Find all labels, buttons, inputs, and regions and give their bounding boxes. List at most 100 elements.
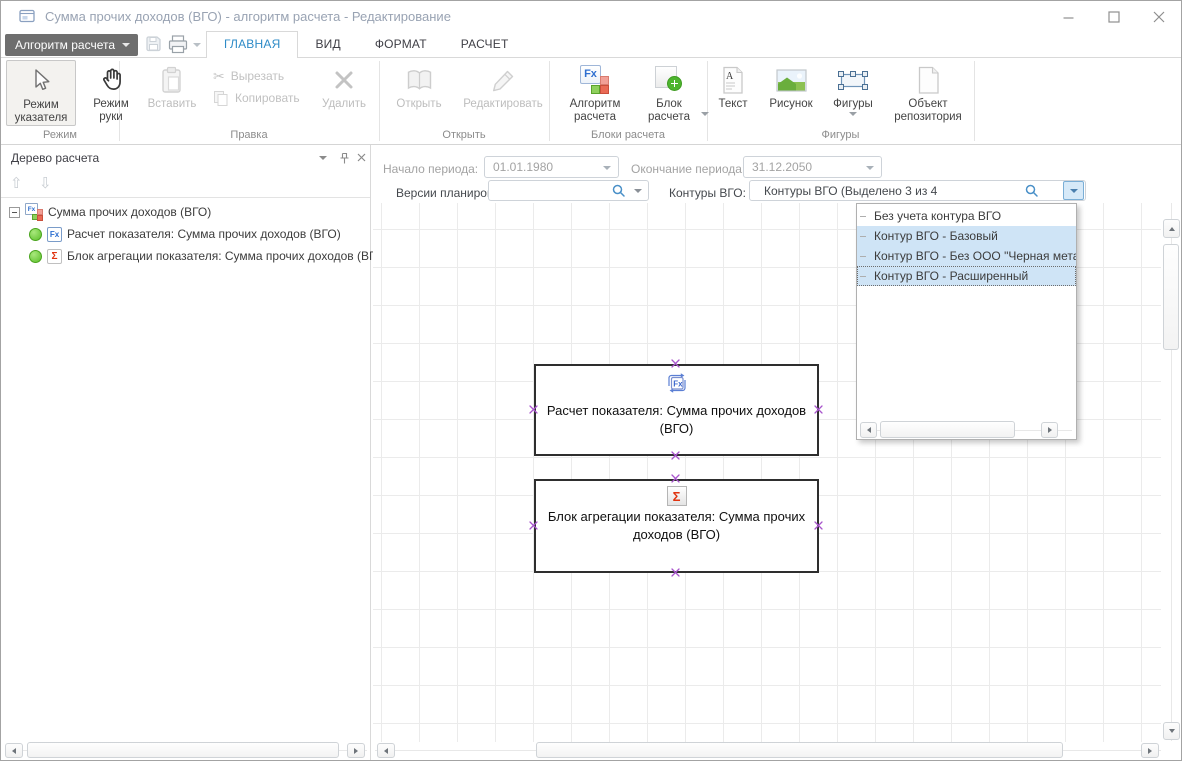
v-scrollbar-thumb[interactable] bbox=[1163, 244, 1179, 350]
search-icon[interactable] bbox=[612, 184, 626, 198]
status-green-icon bbox=[29, 228, 42, 241]
planning-versions-input[interactable] bbox=[488, 180, 649, 201]
copy-button[interactable]: Копировать bbox=[213, 89, 300, 107]
move-up-icon[interactable]: ⇧ bbox=[10, 174, 23, 192]
vgo-dropdown-panel: Без учета контура ВГО Контур ВГО - Базов… bbox=[856, 203, 1077, 440]
scroll-right-button[interactable] bbox=[1141, 743, 1159, 758]
connection-point-icon[interactable] bbox=[814, 521, 823, 530]
connection-point-icon[interactable] bbox=[671, 474, 680, 483]
minimize-button[interactable] bbox=[1055, 6, 1081, 28]
scissors-icon: ✂ bbox=[213, 68, 225, 85]
scroll-left-button[interactable] bbox=[5, 743, 23, 758]
window-icon bbox=[19, 9, 35, 23]
tab-format[interactable]: ФОРМАТ bbox=[358, 31, 444, 58]
connection-point-icon[interactable] bbox=[671, 568, 680, 577]
window-title: Сумма прочих доходов (ВГО) - алгоритм ра… bbox=[45, 9, 451, 24]
picture-icon bbox=[776, 62, 807, 98]
pointer-mode-button[interactable]: Режим указателя bbox=[6, 60, 76, 126]
h-scrollbar-thumb[interactable] bbox=[27, 742, 339, 758]
shapes-dropdown-icon[interactable] bbox=[849, 112, 857, 116]
panel-close-icon[interactable] bbox=[357, 153, 366, 162]
delete-button[interactable]: Удалить bbox=[311, 60, 377, 126]
tree-node-label: Расчет показателя: Сумма прочих доходов … bbox=[67, 227, 341, 241]
hand-mode-button[interactable]: Режим руки bbox=[80, 60, 142, 126]
text-shape-button[interactable]: A Текст bbox=[709, 60, 757, 126]
scroll-left-button[interactable] bbox=[860, 422, 877, 438]
repository-object-button[interactable]: Объект репозитория bbox=[885, 60, 971, 126]
dropdown-item[interactable]: Без учета контура ВГО bbox=[857, 206, 1076, 226]
pin-icon[interactable] bbox=[339, 152, 350, 165]
search-icon[interactable] bbox=[1025, 184, 1039, 198]
scroll-up-button[interactable] bbox=[1163, 219, 1180, 238]
dropdown-item[interactable]: Контур ВГО - Расширенный bbox=[857, 266, 1076, 286]
algorithm-button[interactable]: Fx Алгоритм расчета bbox=[557, 60, 633, 126]
connection-point-icon[interactable] bbox=[671, 451, 680, 460]
shapes-rect-icon bbox=[836, 62, 870, 98]
h-scrollbar-thumb[interactable] bbox=[536, 742, 1063, 758]
connection-point-icon[interactable] bbox=[814, 405, 823, 414]
edit-button[interactable]: Редактировать bbox=[456, 60, 550, 126]
ribbon: Режим указателя Режим руки Вставить ✂ Вы… bbox=[1, 58, 1181, 145]
scroll-down-button[interactable] bbox=[1163, 722, 1180, 740]
open-button[interactable]: Открыть bbox=[387, 60, 451, 126]
app-menu-button[interactable]: Алгоритм расчета bbox=[5, 34, 138, 56]
tab-raschet[interactable]: РАСЧЕТ bbox=[444, 31, 526, 58]
scroll-left-button[interactable] bbox=[377, 743, 395, 758]
calc-block-fx[interactable]: Fx Расчет показателя: Сумма прочих доход… bbox=[534, 364, 819, 456]
tree-node-row[interactable]: Fx Расчет показателя: Сумма прочих доход… bbox=[1, 223, 341, 245]
calc-block-button[interactable]: Блок расчета bbox=[637, 60, 701, 126]
print-icon[interactable] bbox=[168, 35, 188, 54]
tree-toolbar: ⇧ ⇩ bbox=[1, 171, 370, 198]
tab-vid[interactable]: ВИД bbox=[298, 31, 357, 58]
period-end-combo[interactable]: 31.12.2050 bbox=[743, 156, 882, 178]
picture-label: Рисунок bbox=[769, 98, 812, 111]
pencil-icon bbox=[490, 62, 517, 98]
save-icon[interactable] bbox=[145, 35, 162, 52]
dropdown-item[interactable]: Контур ВГО - Без ООО "Черная металл bbox=[857, 246, 1076, 266]
shapes-label: Фигуры bbox=[833, 98, 873, 111]
vgo-contours-combo[interactable]: Контуры ВГО (Выделено 3 из 4 bbox=[749, 180, 1086, 201]
delete-label: Удалить bbox=[322, 98, 366, 111]
group-label-mode: Режим bbox=[1, 129, 119, 141]
block-label: Расчет показателя: Сумма прочих доходов … bbox=[536, 402, 817, 438]
h-scrollbar-thumb[interactable] bbox=[880, 421, 1015, 438]
tree-node-row[interactable]: Σ Блок агрегации показателя: Сумма прочи… bbox=[1, 245, 388, 267]
cut-button[interactable]: ✂ Вырезать bbox=[213, 67, 284, 85]
scroll-right-button[interactable] bbox=[347, 743, 365, 758]
group-label-edit: Правка bbox=[119, 129, 379, 141]
chevron-down-icon[interactable] bbox=[634, 189, 642, 193]
connection-point-icon[interactable] bbox=[529, 405, 538, 414]
close-button[interactable] bbox=[1146, 6, 1172, 28]
calc-block-dropdown-icon[interactable] bbox=[701, 112, 709, 116]
panel-menu-icon[interactable] bbox=[319, 156, 327, 160]
vgo-dropdown-button[interactable] bbox=[1063, 181, 1084, 200]
repository-page-icon bbox=[917, 62, 940, 98]
panel-header: Дерево расчета bbox=[1, 145, 370, 171]
svg-text:Fx: Fx bbox=[673, 379, 683, 388]
clipboard-paste-icon bbox=[159, 62, 185, 98]
tree-root-label: Сумма прочих доходов (ВГО) bbox=[48, 205, 211, 219]
calc-tree-panel: Дерево расчета ⇧ ⇩ Fx Сумма прочих доход… bbox=[1, 145, 371, 761]
dropdown-item[interactable]: Контур ВГО - Базовый bbox=[857, 226, 1076, 246]
tab-glavnaya[interactable]: ГЛАВНАЯ bbox=[206, 31, 298, 59]
period-start-combo[interactable]: 01.01.1980 bbox=[484, 156, 619, 178]
collapse-icon[interactable] bbox=[9, 207, 20, 218]
connection-point-icon[interactable] bbox=[671, 359, 680, 368]
hand-mode-label: Режим руки bbox=[80, 98, 142, 124]
connection-point-icon[interactable] bbox=[529, 521, 538, 530]
shapes-button[interactable]: Фигуры bbox=[825, 60, 881, 126]
aggregation-block[interactable]: Σ Блок агрегации показателя: Сумма прочи… bbox=[534, 479, 819, 573]
chevron-down-icon[interactable] bbox=[603, 166, 611, 170]
tree-root-row[interactable]: Fx Сумма прочих доходов (ВГО) bbox=[1, 201, 211, 223]
chevron-down-icon[interactable] bbox=[866, 166, 874, 170]
picture-button[interactable]: Рисунок bbox=[760, 60, 822, 126]
vgo-contours-value: Контуры ВГО (Выделено 3 из 4 bbox=[764, 184, 937, 198]
period-end-value: 31.12.2050 bbox=[752, 160, 812, 174]
move-down-icon[interactable]: ⇩ bbox=[39, 174, 52, 192]
quick-access-dropdown-icon[interactable] bbox=[193, 43, 201, 47]
group-label-blocks: Блоки расчета bbox=[549, 129, 707, 141]
maximize-button[interactable] bbox=[1101, 6, 1127, 28]
scroll-right-button[interactable] bbox=[1041, 422, 1058, 438]
paste-button[interactable]: Вставить bbox=[137, 60, 207, 126]
svg-text:A: A bbox=[726, 71, 734, 82]
